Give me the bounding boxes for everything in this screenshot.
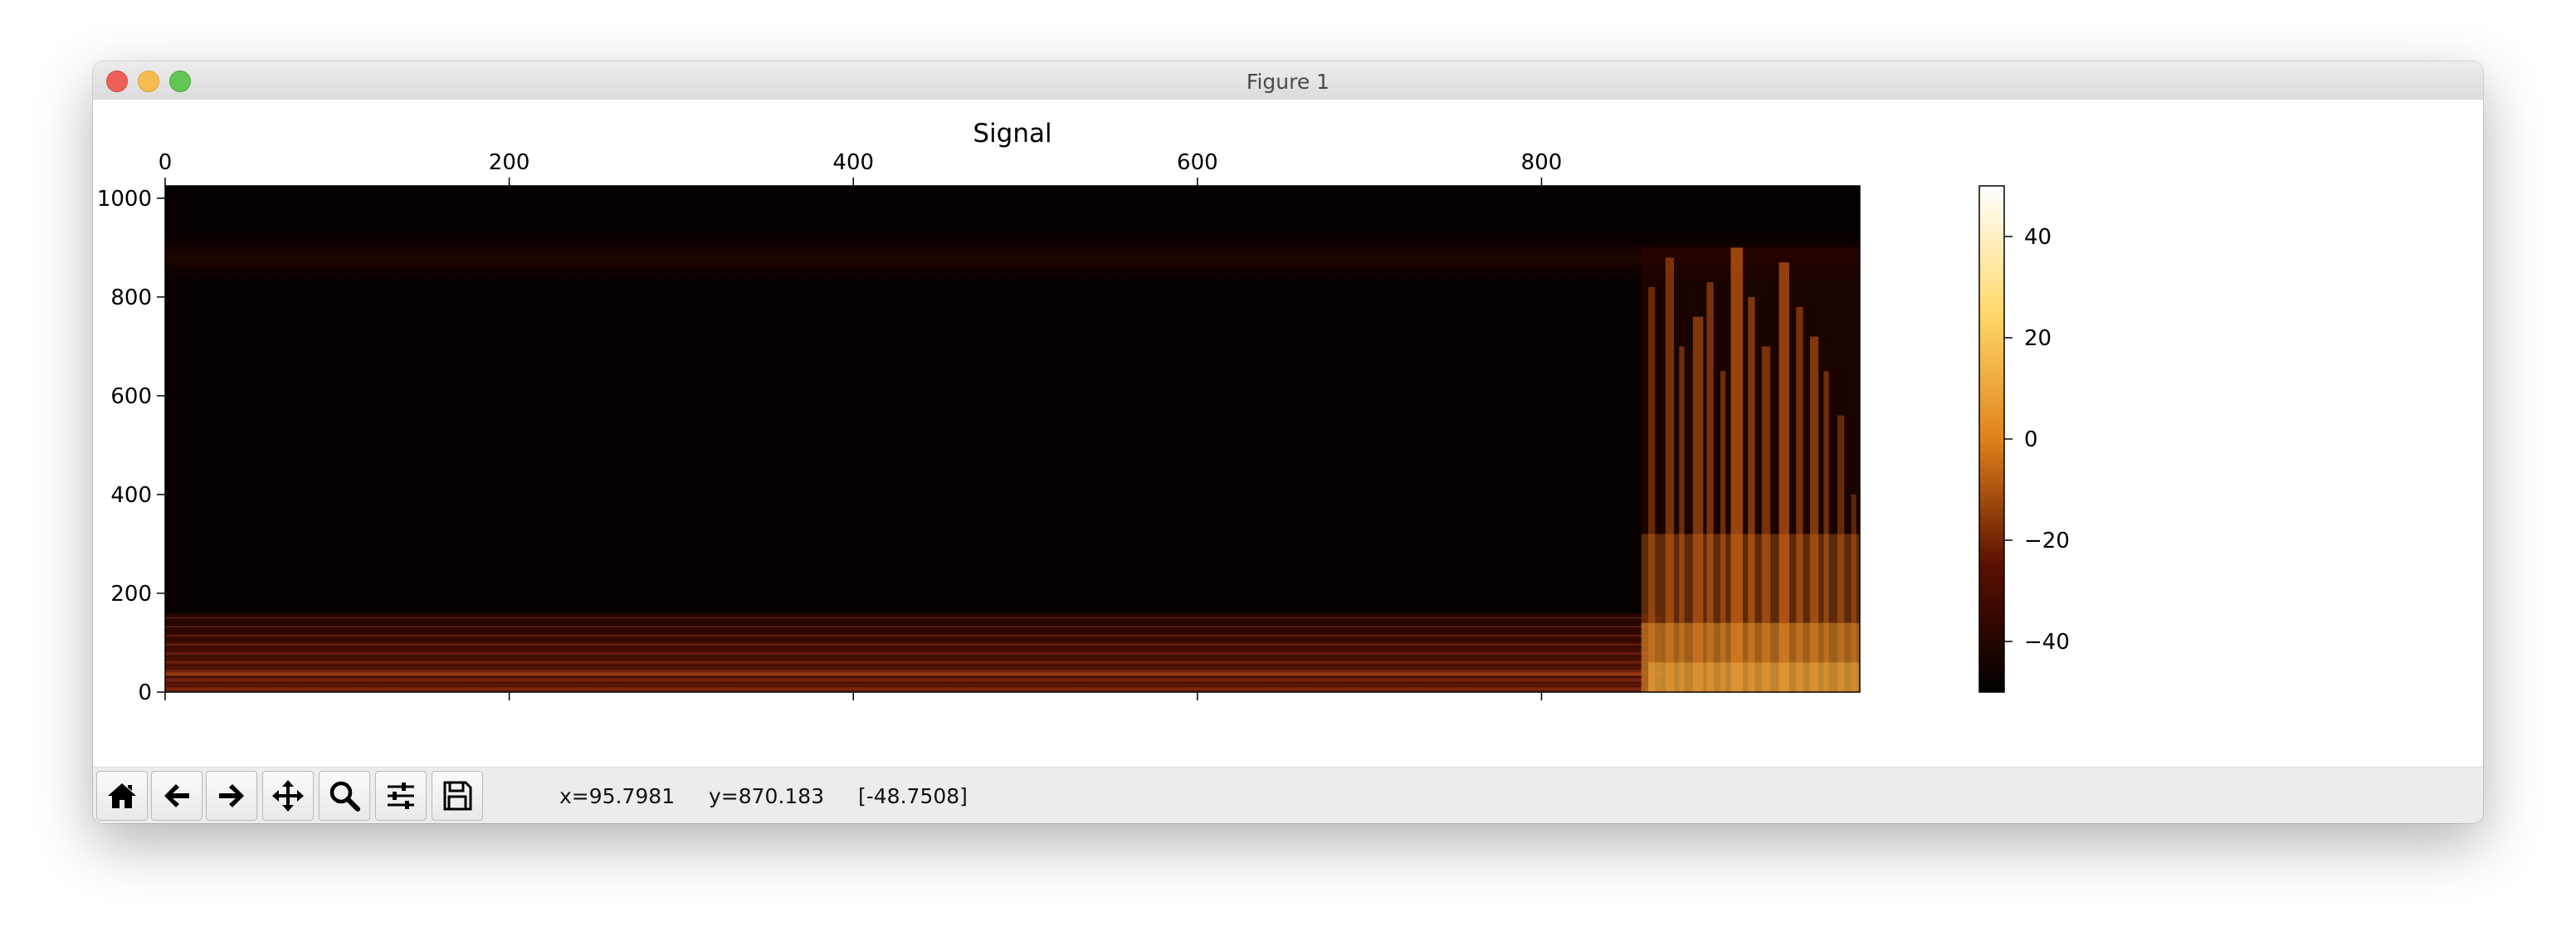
band-line [165,643,1662,646]
y-tick-label: 1000 [97,187,152,212]
x-tick-label: 0 [159,150,173,175]
band-line [165,658,1662,661]
colorbar-tick-label: 40 [2024,225,2052,250]
zoom-button[interactable] [319,771,370,821]
configure-subplots-button[interactable] [375,771,427,821]
band-line [165,641,1662,643]
colorbar-axis: 40 20 0 −20 −40 [2004,225,2070,655]
band-line [165,655,1662,657]
plot-title: Signal [973,119,1051,149]
band-line [165,637,1662,640]
band-line [165,622,1662,625]
band-line [165,664,1662,666]
y-tick-label: 600 [110,384,152,409]
colorbar-tick-label: 0 [2024,427,2038,452]
y-tick-label: 0 [138,680,152,705]
magnifier-icon [329,781,360,812]
band-line [165,682,1662,685]
band-line [165,628,1662,631]
band-line [165,688,1662,690]
forward-button[interactable] [206,771,257,821]
band-line [165,649,1662,651]
cursor-y-readout: y=870.183 [709,784,825,808]
colorbar-tick-label: −20 [2024,529,2070,553]
colorbar [1978,185,2005,693]
band-line [165,626,1662,628]
window-title: Figure 1 [1246,70,1330,94]
cursor-value-readout: [-48.7508] [858,784,968,808]
colorbar-tick-label: 20 [2024,326,2052,351]
band-line [165,634,1662,636]
band-line [165,685,1662,687]
upper-noise-band [165,232,1860,283]
band-line [165,679,1662,681]
pan-button[interactable] [262,771,314,821]
figure-window: Figure 1 Signal 0 200 400 600 800 0 200 … [93,61,2483,823]
band-line [165,667,1662,670]
move-icon [272,780,304,812]
floppy-disk-icon [443,781,472,811]
y-tick-label: 400 [110,483,152,508]
arrow-right-icon [219,784,244,807]
arrow-left-icon [164,784,189,807]
cursor-x-readout: x=95.7981 [559,784,676,808]
band-line [165,661,1662,664]
x-tick-label: 400 [832,150,874,175]
band-line [165,613,1662,616]
navigation-toolbar: x=95.7981 y=870.183 [-48.7508] [93,767,2483,823]
band-line [165,631,1662,634]
figure-canvas[interactable]: Signal 0 200 400 600 800 0 200 400 600 800 1000 4… [93,100,2483,767]
colorbar-tick-label: −40 [2024,630,2070,655]
band-line [165,646,1662,649]
band-line [165,670,1662,672]
home-icon [108,783,136,808]
x-tick-label: 200 [489,150,530,175]
title-bar: Figure 1 [93,61,2483,100]
home-button[interactable] [96,771,148,821]
back-button[interactable] [151,771,202,821]
band-line [165,652,1662,655]
band-line [165,620,1662,622]
spectrogram-image [165,186,1860,692]
sliders-icon [388,783,414,809]
burst-low-energy [1648,662,1860,692]
band-line [165,617,1662,619]
spectrogram-chart[interactable]: Signal 0 200 400 600 800 02004006008001000 4… [93,100,2483,767]
save-button[interactable] [432,771,483,821]
y-axis: 0 200 400 600 800 1000 [97,187,165,705]
x-tick-label: 800 [1521,150,1563,175]
y-tick-label: 200 [110,582,152,607]
band-line [165,672,1662,676]
y-tick-label: 800 [110,285,152,310]
x-tick-label: 600 [1177,150,1218,175]
band-line [165,675,1662,678]
